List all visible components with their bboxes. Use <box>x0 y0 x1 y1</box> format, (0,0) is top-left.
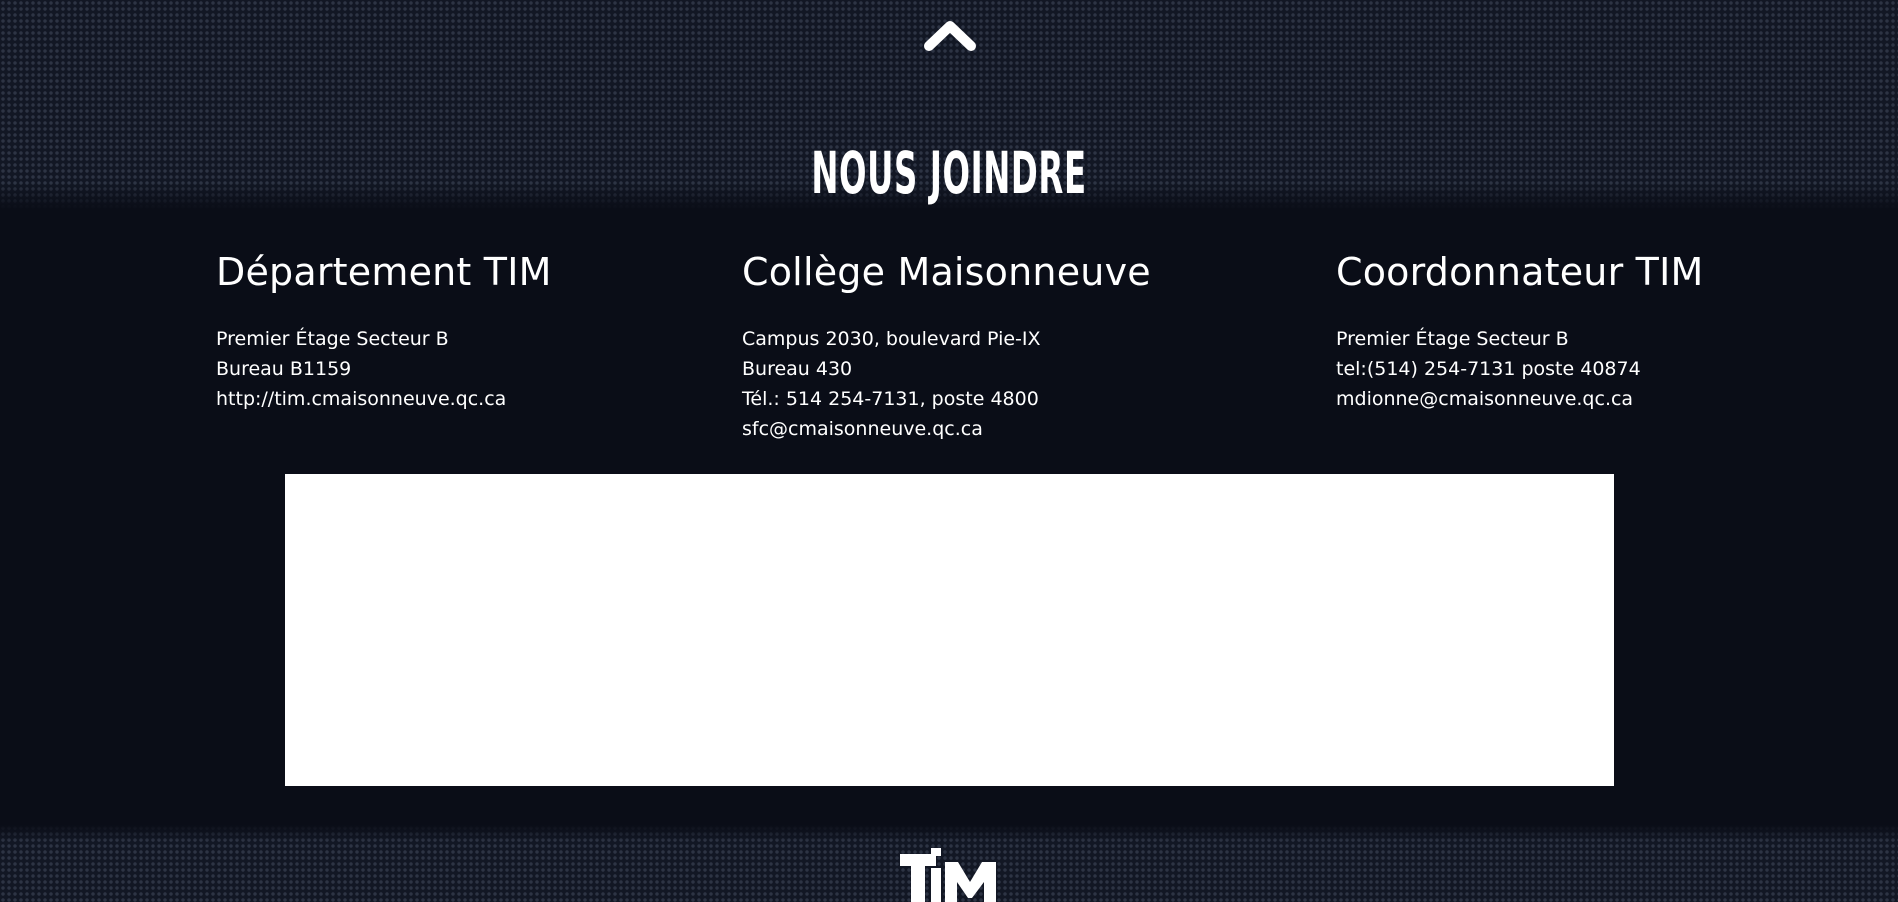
tim-logo-graphic <box>900 848 996 902</box>
phone-link[interactable]: tel:(514) 254-7131 poste 40874 <box>1336 354 1703 384</box>
column-heading: Coordonnateur TIM <box>1336 250 1704 294</box>
website-link[interactable]: http://tim.cmaisonneuve.qc.ca <box>216 384 552 414</box>
address-line: Premier Étage Secteur B <box>216 328 449 350</box>
phone-line: Tél.: 514 254-7131, poste 4800 <box>742 388 1039 410</box>
email-link[interactable]: mdionne@cmaisonneuve.qc.ca <box>1336 384 1703 414</box>
map-embed[interactable] <box>285 474 1614 786</box>
tim-logo <box>898 848 1002 902</box>
chevron-up-icon <box>924 21 976 51</box>
office-line: Bureau 430 <box>742 358 853 380</box>
contact-column-college: Collège Maisonneuve Campus 2030, bouleva… <box>742 246 1151 444</box>
address-line: Campus 2030, boulevard Pie-IX <box>742 328 1041 350</box>
contact-column-coordinator: Coordonnateur TIM Premier Étage Secteur … <box>1336 246 1703 414</box>
page: NOUS JOINDRE Département TIM Premier Éta… <box>0 0 1898 902</box>
address-line: Premier Étage Secteur B <box>1336 328 1569 350</box>
email-link[interactable]: sfc@cmaisonneuve.qc.ca <box>742 414 1151 444</box>
contact-column-department: Département TIM Premier Étage Secteur B … <box>216 246 552 414</box>
section-title: NOUS JOINDRE <box>811 139 1087 207</box>
column-heading: Collège Maisonneuve <box>742 250 1151 294</box>
column-heading: Département TIM <box>216 250 552 294</box>
back-to-top-button[interactable] <box>923 14 977 54</box>
office-line: Bureau B1159 <box>216 358 352 380</box>
